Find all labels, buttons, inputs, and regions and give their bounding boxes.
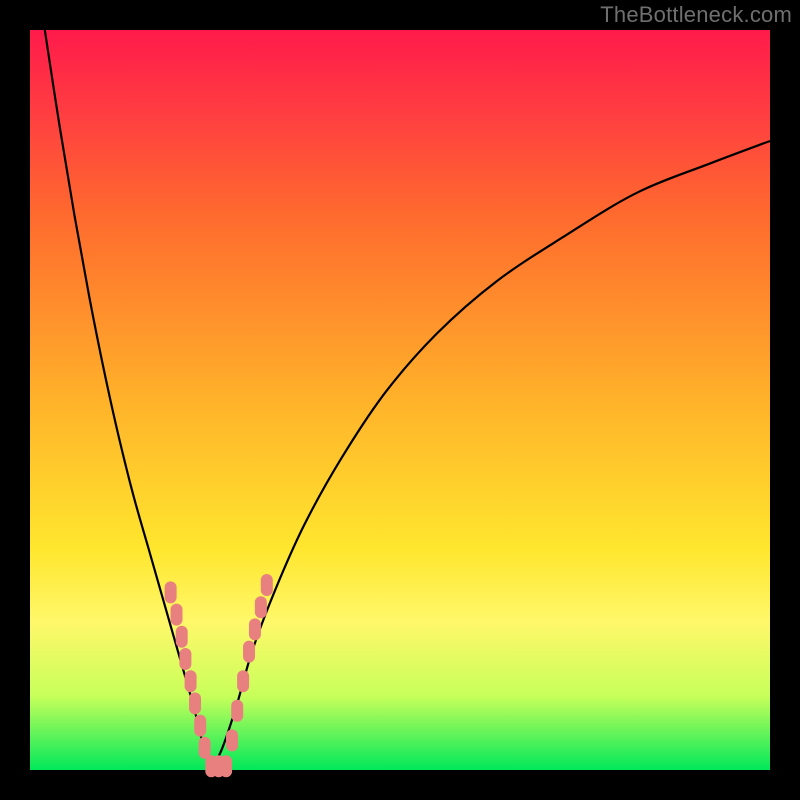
marker-blob: [226, 729, 238, 751]
marker-blob: [165, 581, 177, 603]
marker-blob: [189, 692, 201, 714]
marker-blob: [171, 604, 183, 626]
chart-svg: [30, 30, 770, 770]
marker-blob: [185, 670, 197, 692]
marker-blob: [231, 700, 243, 722]
marker-blob: [176, 626, 188, 648]
marker-blob: [194, 715, 206, 737]
plot-area: [30, 30, 770, 770]
marker-blob: [220, 755, 232, 777]
chart-frame: TheBottleneck.com: [0, 0, 800, 800]
marker-blob: [249, 618, 261, 640]
marker-blob: [261, 574, 273, 596]
series-path-1: [211, 141, 770, 770]
curve-right: [211, 141, 770, 770]
watermark-text: TheBottleneck.com: [600, 2, 792, 28]
marker-blob: [179, 648, 191, 670]
marker-blob: [199, 737, 211, 759]
markers-group: [165, 574, 273, 777]
marker-blob: [255, 596, 267, 618]
marker-blob: [237, 670, 249, 692]
marker-blob: [243, 641, 255, 663]
